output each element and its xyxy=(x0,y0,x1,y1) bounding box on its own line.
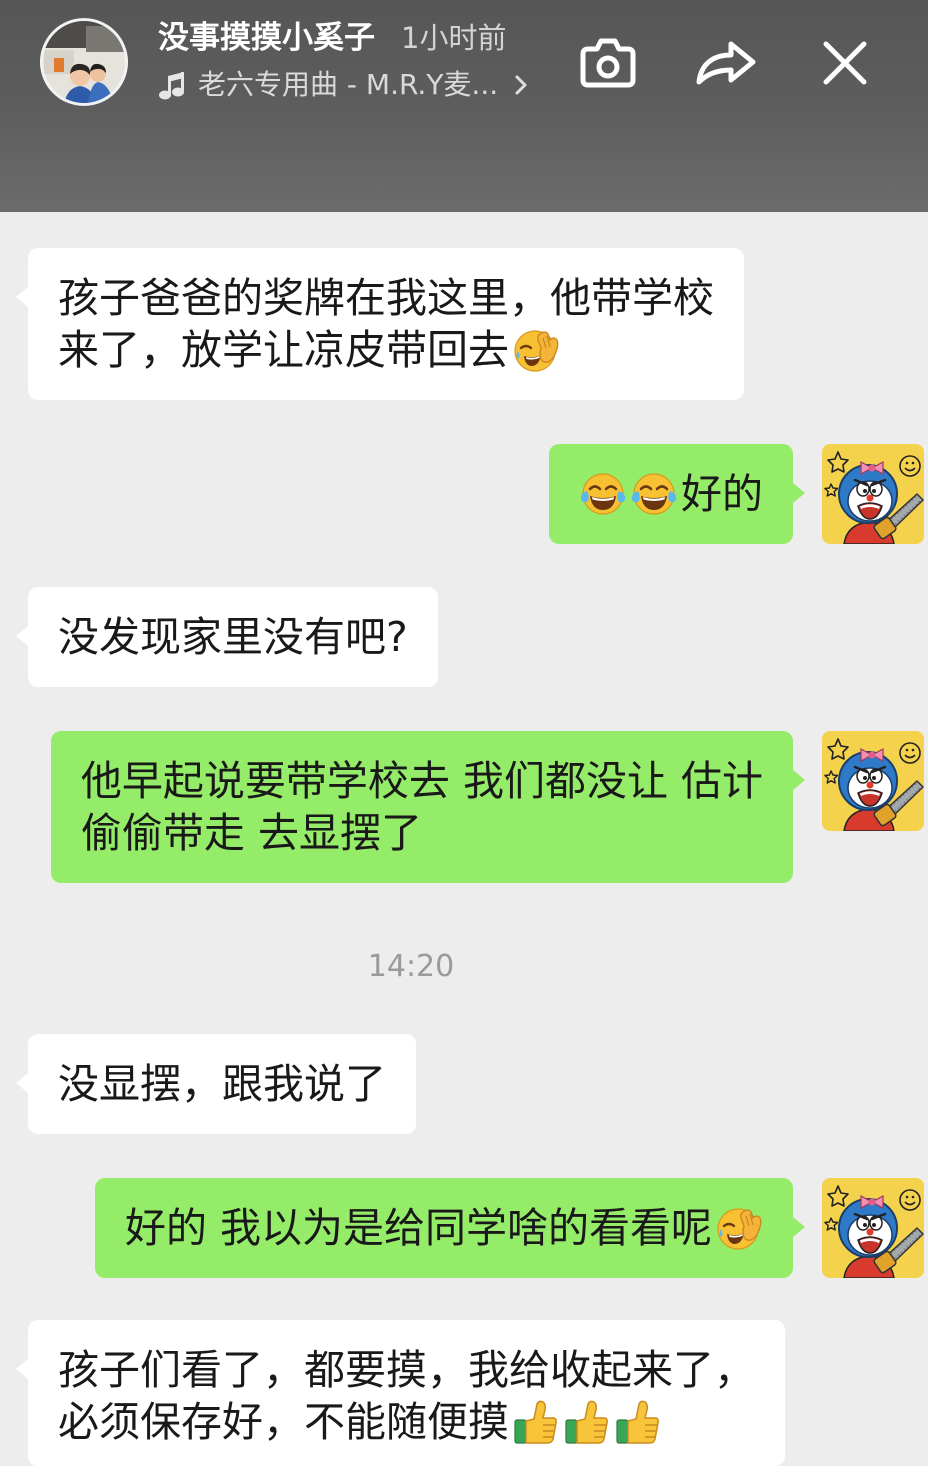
facepalm-emoji-icon xyxy=(512,326,560,374)
close-icon xyxy=(823,41,867,85)
music-title: 老六专用曲 - M.R.Y麦... xyxy=(198,68,499,101)
music-note-icon xyxy=(159,72,184,100)
facepalm-emoji-icon xyxy=(715,1204,763,1252)
received-message-bubble[interactable]: 没发现家里没有吧? xyxy=(16,587,438,687)
poster-avatar[interactable] xyxy=(40,18,128,106)
message-line: 没显摆，跟我说了 xyxy=(58,1058,386,1110)
thumbs-up-emoji-icon xyxy=(512,1398,560,1446)
doraemon-avatar-icon xyxy=(822,444,924,544)
sent-message-bubble[interactable]: 他早起说要带学校去 我们都没让 估计 偷偷带走 去显摆了 xyxy=(50,731,806,883)
message-text: 没显摆，跟我说了 xyxy=(58,1060,386,1108)
message-text: 好的 我以为是给同学啥的看看呢 xyxy=(124,1204,712,1252)
thumbs-up-emoji-icon xyxy=(563,1398,611,1446)
message-line: 必须保存好，不能随便摸 xyxy=(58,1396,755,1448)
message-text: 孩子们看了，都要摸，我给收起来了， xyxy=(58,1346,755,1394)
message-text: 没发现家里没有吧? xyxy=(58,613,408,661)
poster-name[interactable]: 没事摸摸小奚子 xyxy=(158,16,375,60)
received-message-bubble[interactable]: 孩子爸爸的奖牌在我这里，他带学校 来了，放学让凉皮带回去 xyxy=(16,248,744,400)
message-text: 孩子爸爸的奖牌在我这里，他带学校 xyxy=(58,274,714,322)
message-text: 来了，放学让凉皮带回去 xyxy=(58,326,509,374)
camera-button[interactable] xyxy=(580,36,636,88)
status-header: 没事摸摸小奚子 1小时前 老六专用曲 - M.R.Y麦... xyxy=(0,0,928,212)
sender-avatar[interactable] xyxy=(822,731,924,831)
message-text: 好的 xyxy=(681,470,763,518)
received-message-bubble[interactable]: 孩子们看了，都要摸，我给收起来了， 必须保存好，不能随便摸 xyxy=(16,1320,785,1466)
chevron-right-icon xyxy=(515,75,527,95)
share-icon xyxy=(696,41,756,85)
message-text: 偷偷带走 去显摆了 xyxy=(80,809,422,857)
tears-of-joy-emoji-icon xyxy=(579,470,627,518)
message-line: 偷偷带走 去显摆了 xyxy=(81,807,763,859)
message-text: 必须保存好，不能随便摸 xyxy=(58,1398,509,1446)
share-button[interactable] xyxy=(695,38,757,86)
sender-avatar[interactable] xyxy=(822,444,924,544)
poster-avatar-photo xyxy=(40,18,128,106)
poster-info: 没事摸摸小奚子 1小时前 xyxy=(158,16,506,60)
tears-of-joy-emoji-icon xyxy=(630,470,678,518)
chat-area: 孩子爸爸的奖牌在我这里，他带学校 来了，放学让凉皮带回去 好的 没发现家里没有吧… xyxy=(0,212,928,1466)
camera-icon xyxy=(580,38,636,88)
message-line: 好的 我以为是给同学啥的看看呢 xyxy=(125,1202,763,1254)
thumbs-up-emoji-icon xyxy=(614,1398,662,1446)
close-button[interactable] xyxy=(822,40,868,86)
message-line: 孩子们看了，都要摸，我给收起来了， xyxy=(58,1344,755,1396)
doraemon-avatar-icon xyxy=(822,1178,924,1278)
sender-avatar[interactable] xyxy=(822,1178,924,1278)
time-divider: 14:20 xyxy=(367,949,455,984)
message-line: 孩子爸爸的奖牌在我这里，他带学校 xyxy=(58,272,714,324)
post-time: 1小时前 xyxy=(401,21,507,55)
message-text: 他早起说要带学校去 我们都没让 估计 xyxy=(80,757,763,805)
music-link[interactable]: 老六专用曲 - M.R.Y麦... xyxy=(158,64,528,106)
sent-message-bubble[interactable]: 好的 xyxy=(549,444,805,544)
received-message-bubble[interactable]: 没显摆，跟我说了 xyxy=(16,1034,416,1134)
message-line: 好的 xyxy=(579,468,763,520)
sent-message-bubble[interactable]: 好的 我以为是给同学啥的看看呢 xyxy=(94,1178,806,1278)
message-line: 他早起说要带学校去 我们都没让 估计 xyxy=(81,755,763,807)
message-line: 没发现家里没有吧? xyxy=(58,611,408,663)
message-line: 来了，放学让凉皮带回去 xyxy=(58,324,714,376)
doraemon-avatar-icon xyxy=(822,731,924,831)
